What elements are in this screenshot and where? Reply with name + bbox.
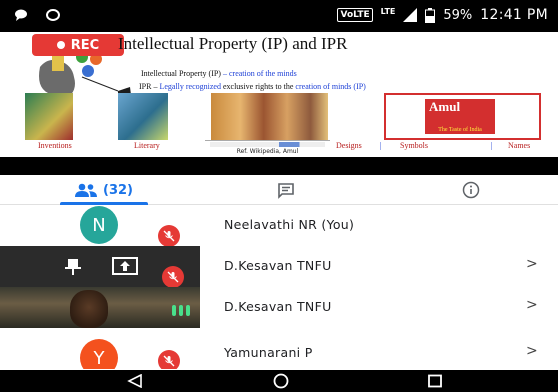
- participant-row[interactable]: D.Kesavan TNFU >: [0, 246, 558, 287]
- participant-list: N Neelavathi NR (You) D.Kesavan TNFU > D…: [0, 205, 558, 370]
- tab-people[interactable]: (32): [60, 175, 148, 205]
- participant-video-face: [70, 290, 108, 328]
- mic-off-icon: [162, 266, 184, 287]
- presenting-icon: [112, 257, 138, 275]
- tab-chat[interactable]: [268, 175, 304, 205]
- recents-button[interactable]: [420, 372, 450, 390]
- ipr-legal: Legally recognized: [159, 82, 221, 91]
- participant-name: Yamunarani P: [224, 345, 313, 360]
- signal-icon: [403, 8, 418, 22]
- participant-tile: [0, 287, 200, 328]
- amul-tagline: The Taste of India: [425, 126, 495, 134]
- audio-level-icon: [172, 305, 190, 316]
- ipr-term: IPR –: [139, 82, 158, 91]
- chevron-right-icon[interactable]: >: [526, 256, 538, 272]
- people-count: (32): [103, 182, 133, 198]
- browser-bar: [210, 142, 325, 147]
- presentation-slide[interactable]: REC Intellectual Property (IP) and IPR I…: [0, 32, 558, 157]
- ipr-creation: creation of minds (IP): [295, 82, 366, 91]
- home-circle-icon: [273, 373, 289, 389]
- participant-name: D.Kesavan TNFU: [224, 299, 332, 314]
- participant-tile: Y: [0, 328, 200, 369]
- designs-image: [211, 93, 328, 140]
- caption-inventions: Inventions: [38, 141, 72, 150]
- message-icon: [15, 9, 27, 21]
- avatar-letter: Y: [93, 347, 105, 369]
- meeting-tabs: (32): [0, 175, 558, 205]
- status-left: [14, 8, 60, 22]
- caption-separator: |: [380, 141, 382, 150]
- participant-name: D.Kesavan TNFU: [224, 258, 332, 273]
- participant-name: Neelavathi NR (You): [224, 217, 355, 232]
- caption-separator: |: [491, 141, 493, 150]
- volte-badge: VoLTE: [337, 8, 373, 22]
- screen: VoLTE LTE 59% 12:41 PM REC Intellectual …: [0, 0, 558, 392]
- avatar: N: [80, 206, 118, 244]
- android-nav-bar: [0, 370, 558, 392]
- ipr-exclusive: exclusive rights to the: [222, 82, 294, 91]
- avatar-letter: N: [92, 214, 106, 236]
- back-triangle-icon: [127, 374, 142, 388]
- caption-names: Names: [508, 141, 531, 150]
- ip-definition: – creation of the minds: [222, 69, 297, 78]
- rec-label: REC: [70, 37, 100, 53]
- tab-info[interactable]: [453, 175, 489, 205]
- video-feed: [0, 287, 200, 328]
- reference-text: Ref. Wikipedia, Amul: [236, 148, 299, 155]
- reference-note: Ref. Wikipedia, Amul: [205, 140, 330, 156]
- status-bar: VoLTE LTE 59% 12:41 PM: [0, 0, 558, 32]
- slide-bottom-band: [0, 157, 558, 175]
- back-button[interactable]: [120, 372, 150, 390]
- status-right: VoLTE LTE 59% 12:41 PM: [337, 7, 548, 23]
- people-icon: [75, 183, 97, 197]
- lte-label: LTE: [380, 6, 396, 16]
- participant-row[interactable]: Y Yamunarani P >: [0, 328, 558, 369]
- caption-symbols: Symbols: [400, 141, 429, 150]
- avatar: Y: [80, 339, 118, 369]
- home-button[interactable]: [266, 372, 296, 390]
- pin-icon: [65, 259, 81, 275]
- ip-term: Intellectual Property (IP): [141, 69, 221, 78]
- inventions-image: [25, 93, 73, 140]
- caption-literary: Literary: [134, 141, 160, 150]
- amul-logo: Amul: [425, 99, 495, 127]
- recording-badge: REC: [32, 34, 124, 56]
- battery-percent: 59%: [443, 7, 473, 23]
- slide-line-ip: Intellectual Property (IP) – creation of…: [141, 69, 297, 78]
- slide-title: Intellectual Property (IP) and IPR: [118, 34, 348, 53]
- amul-image: Amul The Taste of India: [384, 93, 541, 140]
- slide-line-ipr: IPR – Legally recognized exclusive right…: [139, 82, 366, 91]
- chevron-right-icon[interactable]: >: [526, 297, 538, 313]
- caption-designs: Designs: [336, 141, 362, 150]
- mic-off-icon: [158, 350, 180, 369]
- recents-square-icon: [428, 374, 442, 388]
- info-icon: [462, 181, 480, 199]
- chat-bubble-icon: [46, 9, 60, 21]
- chevron-right-icon[interactable]: >: [526, 343, 538, 359]
- chat-icon: [278, 182, 294, 199]
- participant-row[interactable]: D.Kesavan TNFU >: [0, 287, 558, 328]
- participant-tile: [0, 246, 200, 287]
- mic-off-icon: [158, 225, 180, 246]
- literary-image: [118, 93, 168, 140]
- participant-row[interactable]: N Neelavathi NR (You): [0, 205, 558, 246]
- participant-tile: N: [0, 205, 200, 246]
- record-dot-icon: [56, 41, 65, 49]
- battery-icon: [425, 7, 436, 23]
- clock: 12:41 PM: [480, 7, 548, 23]
